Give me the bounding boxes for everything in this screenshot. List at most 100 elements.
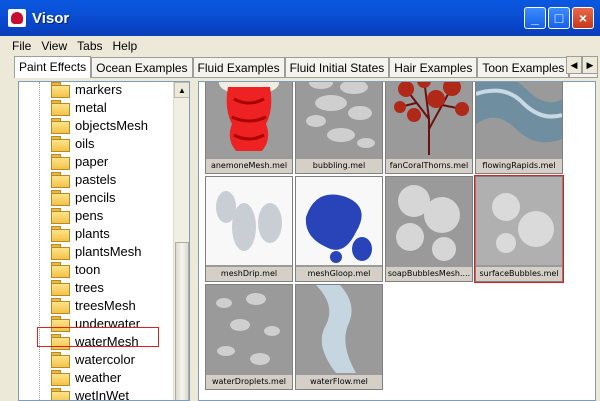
rapids-icon xyxy=(476,81,562,157)
scroll-thumb[interactable] xyxy=(175,242,189,401)
folder-icon xyxy=(51,208,69,222)
tab-scroll-right-icon[interactable]: ▶ xyxy=(582,56,598,74)
folder-icon xyxy=(51,172,69,186)
folder-icon xyxy=(51,262,69,276)
tree-scrollbar[interactable]: ▲ xyxy=(173,82,189,400)
folder-icon xyxy=(51,82,69,96)
app-icon xyxy=(8,9,26,27)
tree-item-paper[interactable]: paper xyxy=(51,152,108,170)
tree-item-pencils[interactable]: pencils xyxy=(51,188,115,206)
thumbnail-meshdrip[interactable]: meshDrip.mel xyxy=(205,176,293,282)
menu-file[interactable]: File xyxy=(12,39,31,53)
anemone-icon xyxy=(206,81,292,157)
thumbnail-soapbubblesmesh[interactable]: soapBubblesMesh.... xyxy=(385,176,473,282)
droplets-icon xyxy=(206,285,292,373)
tab-paint-effects[interactable]: Paint Effects xyxy=(14,56,91,78)
tree-item-label: pens xyxy=(75,208,103,223)
folder-icon xyxy=(51,136,69,150)
tree-item-label: treesMesh xyxy=(75,298,136,313)
tree-guide-line xyxy=(39,82,40,401)
tree-selection-highlight xyxy=(37,327,159,347)
tree-item-trees[interactable]: trees xyxy=(51,278,104,296)
folder-icon xyxy=(51,280,69,294)
thumbnail-anemonemesh[interactable]: anemoneMesh.mel xyxy=(205,81,293,174)
thumbnail-label: waterFlow.mel xyxy=(296,375,382,389)
menu-view[interactable]: View xyxy=(41,39,67,53)
thumbnail-grid: anemoneMesh.mel bubbling.mel fanCoralThorn… xyxy=(198,81,596,401)
folder-icon xyxy=(51,298,69,312)
menu-help[interactable]: Help xyxy=(113,39,138,53)
thumbnail-flowingrapids[interactable]: flowingRapids.mel xyxy=(475,81,563,174)
tree-item-label: plantsMesh xyxy=(75,244,141,259)
thumbnail-label: soapBubblesMesh.... xyxy=(386,267,472,281)
tree-item-wetinwet[interactable]: wetInWet xyxy=(51,386,129,401)
tree-item-label: trees xyxy=(75,280,104,295)
tree-item-watercolor[interactable]: watercolor xyxy=(51,350,135,368)
tab-fluid-initial-states[interactable]: Fluid Initial States xyxy=(285,57,390,78)
thumbnail-meshgloop[interactable]: meshGloop.mel xyxy=(295,176,383,282)
thumbnail-fancoralthorns[interactable]: fanCoralThorns.mel xyxy=(385,81,473,174)
scroll-up-icon[interactable]: ▲ xyxy=(174,82,190,98)
tree-item-label: weather xyxy=(75,370,121,385)
minimize-button[interactable]: _ xyxy=(524,7,546,29)
tab-scroll-left-icon[interactable]: ◀ xyxy=(566,56,582,74)
tree-item-label: plants xyxy=(75,226,110,241)
tree-item-label: toon xyxy=(75,262,100,277)
soap-bubbles-icon xyxy=(386,177,472,265)
tree-item-markers[interactable]: markers xyxy=(51,81,122,98)
thumbnail-label: meshGloop.mel xyxy=(296,267,382,281)
water-flow-icon xyxy=(296,285,382,373)
thumbnail-label: meshDrip.mel xyxy=(206,267,292,281)
thumbnail-bubbling[interactable]: bubbling.mel xyxy=(295,81,383,174)
folder-icon xyxy=(51,154,69,168)
folder-tree: markersmetal objectsMesh oils paperpastels p… xyxy=(18,81,190,401)
tree-item-pastels[interactable]: pastels xyxy=(51,170,116,188)
bubbling-icon xyxy=(296,81,382,157)
folder-icon xyxy=(51,190,69,204)
folder-icon xyxy=(51,244,69,258)
thumbnail-waterdroplets[interactable]: waterDroplets.mel xyxy=(205,284,293,390)
title-bar: Visor _ □ × xyxy=(0,0,600,36)
tree-item-toon[interactable]: toon xyxy=(51,260,100,278)
menu-tabs[interactable]: Tabs xyxy=(77,39,102,53)
drip-icon xyxy=(206,177,292,265)
tree-item-label: watercolor xyxy=(75,352,135,367)
gloop-icon xyxy=(296,177,382,265)
tab-fluid-examples[interactable]: Fluid Examples xyxy=(193,57,285,78)
thumbnail-label: waterDroplets.mel xyxy=(206,375,292,389)
thumbnail-label: anemoneMesh.mel xyxy=(206,159,292,173)
folder-icon xyxy=(51,100,69,114)
tree-item-metal[interactable]: metal xyxy=(51,98,107,116)
tree-item-treesmesh[interactable]: treesMesh xyxy=(51,296,136,314)
tree-item-label: objectsMesh xyxy=(75,118,148,133)
tree-item-label: pencils xyxy=(75,190,115,205)
maximize-button[interactable]: □ xyxy=(548,7,570,29)
window-title: Visor xyxy=(32,10,69,27)
coral-icon xyxy=(386,81,472,157)
menu-bar: File View Tabs Help xyxy=(0,36,600,56)
tree-item-oils[interactable]: oils xyxy=(51,134,95,152)
tab-toon-examples[interactable]: Toon Examples xyxy=(477,57,569,78)
tree-item-plantsmesh[interactable]: plantsMesh xyxy=(51,242,141,260)
tree-item-plants[interactable]: plants xyxy=(51,224,110,242)
tree-item-objectsmesh[interactable]: objectsMesh xyxy=(51,116,148,134)
tab-bar: Paint Effects Ocean Examples Fluid Examp… xyxy=(14,56,598,78)
folder-icon xyxy=(51,226,69,240)
thumbnail-label: surfaceBubbles.mel xyxy=(476,267,562,281)
tree-item-pens[interactable]: pens xyxy=(51,206,103,224)
tree-item-label: oils xyxy=(75,136,95,151)
tab-ocean-examples[interactable]: Ocean Examples xyxy=(91,57,192,78)
thumbnail-label: fanCoralThorns.mel xyxy=(386,159,472,173)
tree-item-label: markers xyxy=(75,82,122,97)
tree-item-label: paper xyxy=(75,154,108,169)
content-area: markersmetal objectsMesh oils paperpastels p… xyxy=(14,77,598,400)
surface-bubbles-icon xyxy=(476,177,562,265)
thumbnail-surfacebubbles[interactable]: surfaceBubbles.mel xyxy=(475,176,563,282)
thumbnail-label: flowingRapids.mel xyxy=(476,159,562,173)
folder-icon xyxy=(51,370,69,384)
tab-hair-examples[interactable]: Hair Examples xyxy=(389,57,477,78)
tree-item-weather[interactable]: weather xyxy=(51,368,121,386)
thumbnail-waterflow[interactable]: waterFlow.mel xyxy=(295,284,383,390)
close-button[interactable]: × xyxy=(572,7,594,29)
thumbnail-label: bubbling.mel xyxy=(296,159,382,173)
